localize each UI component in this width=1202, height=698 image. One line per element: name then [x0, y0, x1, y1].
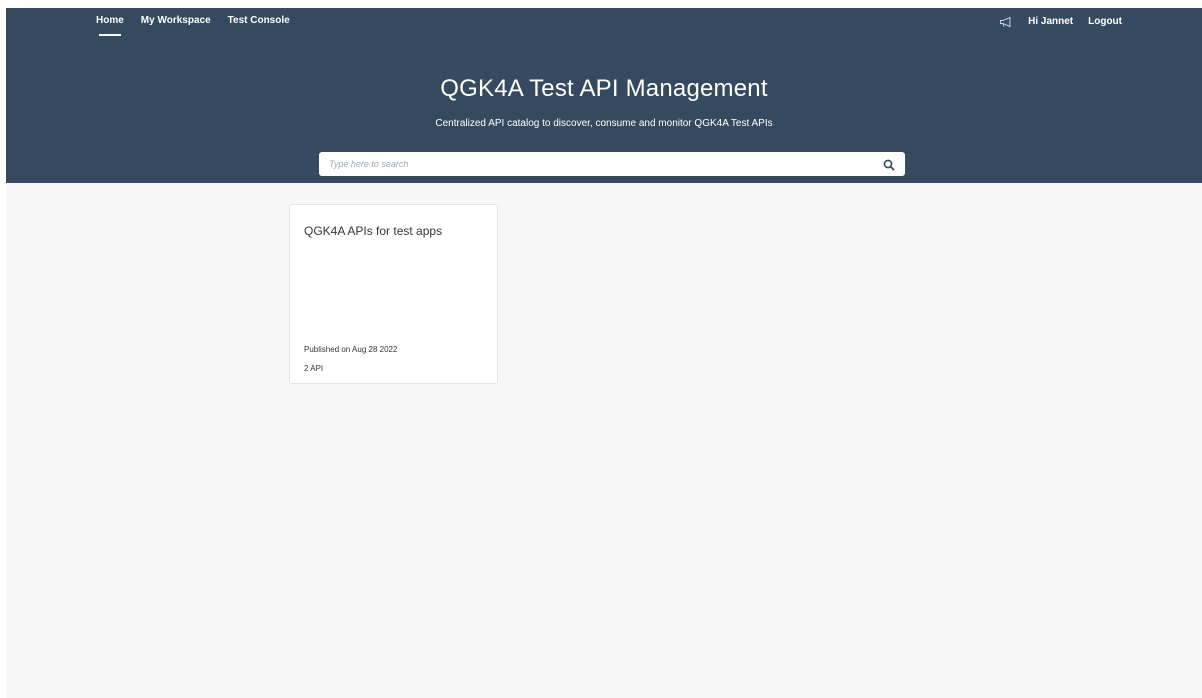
search-bar [319, 152, 905, 176]
user-nav: Hi Jannet Logout [999, 15, 1122, 28]
product-card-published-date: Published on Aug 28 2022 [304, 345, 398, 354]
logout-link[interactable]: Logout [1088, 16, 1122, 27]
megaphone-icon[interactable] [999, 15, 1013, 28]
search-input[interactable] [319, 152, 869, 176]
product-card-title: QGK4A APIs for test apps [304, 224, 443, 238]
page-title: QGK4A Test API Management [440, 75, 768, 102]
nav-test-console[interactable]: Test Console [228, 15, 290, 26]
product-card[interactable]: QGK4A APIs for test apps Published on Au… [289, 204, 498, 384]
nav-home[interactable]: Home [96, 15, 124, 36]
app-window: Home My Workspace Test Console Hi Jannet… [6, 8, 1202, 698]
header-banner: Home My Workspace Test Console Hi Jannet… [6, 8, 1202, 183]
nav-my-workspace[interactable]: My Workspace [141, 15, 211, 26]
main-nav: Home My Workspace Test Console [96, 15, 307, 36]
page-subtitle: Centralized API catalog to discover, con… [435, 118, 773, 129]
user-greeting[interactable]: Hi Jannet [1028, 16, 1073, 27]
search-icon[interactable] [883, 158, 895, 171]
product-card-api-count: 2 API [304, 364, 324, 373]
